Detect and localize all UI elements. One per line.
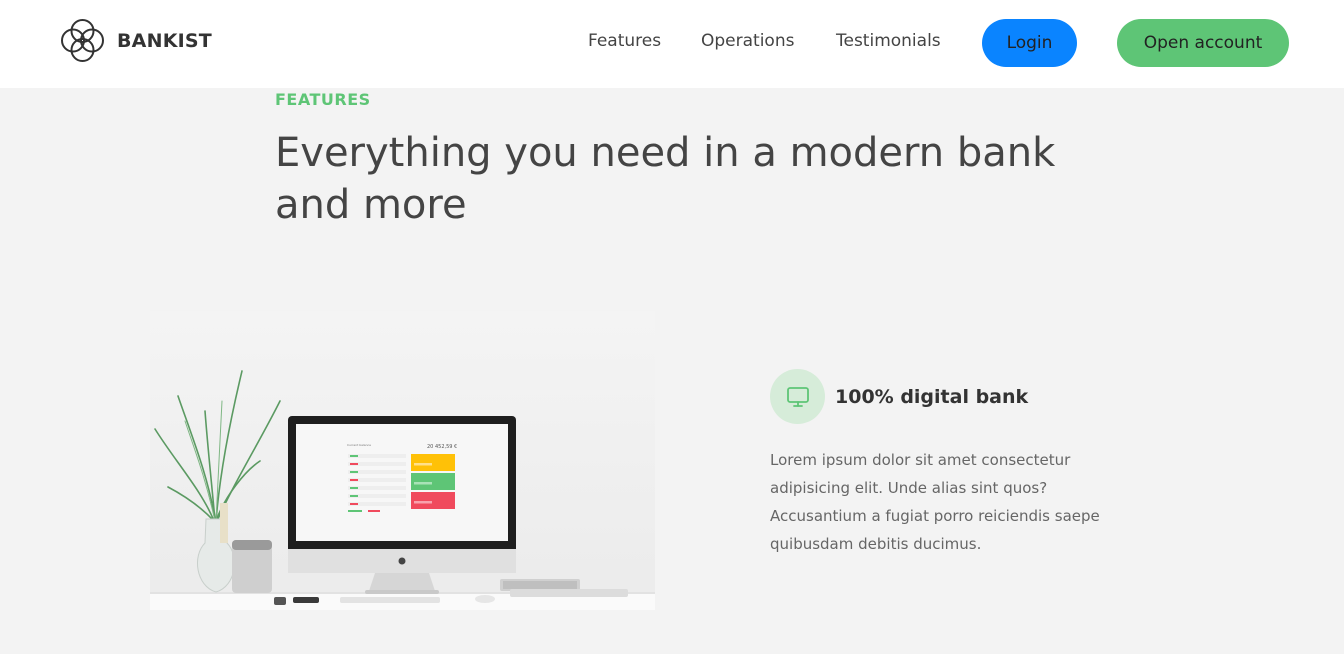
section-label: FEATURES: [275, 90, 371, 109]
monitor-icon: [786, 386, 809, 407]
feature-title: 100% digital bank: [835, 386, 1029, 408]
nav-link-operations[interactable]: Operations: [701, 31, 794, 51]
logo-icon: [61, 19, 104, 62]
brand-logo[interactable]: BANKIST: [59, 17, 212, 64]
open-account-button[interactable]: Open account: [1117, 19, 1289, 67]
top-navbar: BANKIST Features Operations Testimonials…: [0, 0, 1344, 88]
brand-name: BANKIST: [117, 29, 212, 52]
nav-link-testimonials[interactable]: Testimonials: [836, 31, 941, 51]
screen-balance: 20 452,59 €: [427, 444, 457, 450]
feature-description: Lorem ipsum dolor sit amet consectetur a…: [770, 451, 1100, 553]
svg-text:Current balance: Current balance: [347, 443, 371, 447]
login-button[interactable]: Login: [982, 19, 1077, 67]
nav-link-features[interactable]: Features: [588, 31, 661, 51]
section-title: Everything you need in a modern bank and…: [275, 130, 1056, 228]
feature-image: Current balance 20 452,59 €: [150, 311, 655, 610]
feature-icon-circle: [770, 369, 825, 424]
